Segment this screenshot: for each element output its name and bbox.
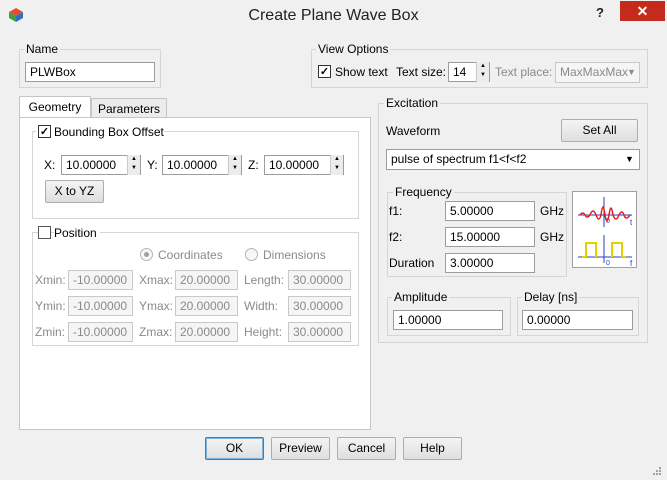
zmin-input[interactable]: -10.00000	[68, 322, 133, 342]
f2-unit: GHz	[540, 230, 564, 244]
zmax-label: Zmax:	[139, 325, 173, 339]
y-offset-spinner[interactable]: ▲ ▼	[228, 155, 241, 175]
bounding-box-checkbox[interactable]: ✓	[38, 125, 51, 138]
length-label: Length:	[244, 273, 285, 287]
ymin-input[interactable]: -10.00000	[68, 296, 133, 316]
amplitude-label: Amplitude	[392, 290, 450, 304]
xmin-label: Xmin:	[35, 273, 66, 287]
y-label: Y:	[147, 158, 158, 172]
ymax-label: Ymax:	[139, 299, 174, 313]
waveform-preview-icon: t 0 f 0	[572, 191, 637, 268]
zmin-label: Zmin:	[35, 325, 65, 339]
delay-label: Delay [ns]	[522, 290, 580, 304]
zmax-input[interactable]: 20.00000	[175, 322, 238, 342]
text-place-value: MaxMaxMax	[560, 65, 629, 79]
duration-label: Duration	[389, 256, 435, 270]
resize-grip-icon[interactable]	[650, 464, 662, 476]
f1-label: f1:	[389, 204, 403, 218]
tab-parameters[interactable]: Parameters	[91, 98, 167, 119]
f1-input[interactable]: 5.00000	[445, 201, 535, 221]
f2-label: f2:	[389, 230, 403, 244]
chevron-down-icon: ▼	[627, 67, 636, 77]
chevron-down-icon: ▼	[625, 154, 634, 164]
cancel-button[interactable]: Cancel	[337, 437, 396, 460]
z-offset-spinner[interactable]: ▲ ▼	[330, 155, 343, 175]
xmin-input[interactable]: -10.00000	[68, 270, 133, 290]
duration-input[interactable]: 3.00000	[445, 253, 535, 273]
preview-button[interactable]: Preview	[271, 437, 330, 460]
position-label: Position	[54, 225, 100, 241]
show-text-checkbox[interactable]: ✓	[318, 65, 331, 78]
delay-input[interactable]: 0.00000	[522, 310, 633, 330]
dimensions-radio[interactable]	[245, 248, 258, 261]
waveform-dropdown[interactable]: pulse of spectrum f1<f<f2 ▼	[386, 149, 640, 170]
x-label: X:	[44, 158, 56, 172]
f1-unit: GHz	[540, 204, 564, 218]
ymin-label: Ymin:	[35, 299, 66, 313]
show-text-label: Show text	[335, 65, 388, 79]
waveform-value: pulse of spectrum f1<f<f2	[391, 152, 527, 166]
set-all-button[interactable]: Set All	[561, 119, 638, 142]
window-title: Create Plane Wave Box	[248, 7, 419, 24]
text-size-label: Text size:	[396, 65, 447, 79]
text-size-spinner[interactable]: ▲ ▼	[476, 62, 489, 82]
help-button[interactable]: Help	[403, 437, 462, 460]
xmax-input[interactable]: 20.00000	[175, 270, 238, 290]
x-offset-spinner[interactable]: ▲ ▼	[127, 155, 140, 175]
coordinates-radio[interactable]	[140, 248, 153, 261]
length-input[interactable]: 30.00000	[288, 270, 351, 290]
waveform-label: Waveform	[386, 124, 441, 138]
height-label: Height:	[244, 325, 283, 339]
width-input[interactable]: 30.00000	[288, 296, 351, 316]
svg-text:0: 0	[606, 260, 610, 267]
position-checkbox[interactable]	[38, 226, 51, 239]
ymax-input[interactable]: 20.00000	[175, 296, 238, 316]
text-place-label: Text place:	[495, 65, 553, 79]
text-place-dropdown[interactable]: MaxMaxMax ▼	[555, 62, 640, 83]
z-label: Z:	[248, 158, 259, 172]
view-options-label: View Options	[316, 42, 391, 56]
excitation-label: Excitation	[384, 96, 441, 110]
name-input[interactable]: PLWBox	[25, 62, 155, 82]
bounding-box-label: Bounding Box Offset	[54, 124, 164, 140]
ok-button[interactable]: OK	[205, 437, 264, 460]
bounding-box-group	[32, 131, 359, 219]
close-button[interactable]: ✕	[620, 1, 665, 21]
dimensions-label: Dimensions	[263, 248, 326, 262]
frequency-label: Frequency	[393, 185, 454, 199]
x-to-yz-button[interactable]: X to YZ	[45, 180, 104, 203]
name-group-label: Name	[24, 42, 61, 56]
coordinates-label: Coordinates	[158, 248, 223, 262]
amplitude-input[interactable]: 1.00000	[393, 310, 503, 330]
tab-geometry[interactable]: Geometry	[19, 96, 91, 118]
width-label: Width:	[244, 299, 279, 313]
f2-input[interactable]: 15.00000	[445, 227, 535, 247]
height-input[interactable]: 30.00000	[288, 322, 351, 342]
help-title-button[interactable]: ?	[592, 4, 608, 22]
xmax-label: Xmax:	[139, 273, 174, 287]
